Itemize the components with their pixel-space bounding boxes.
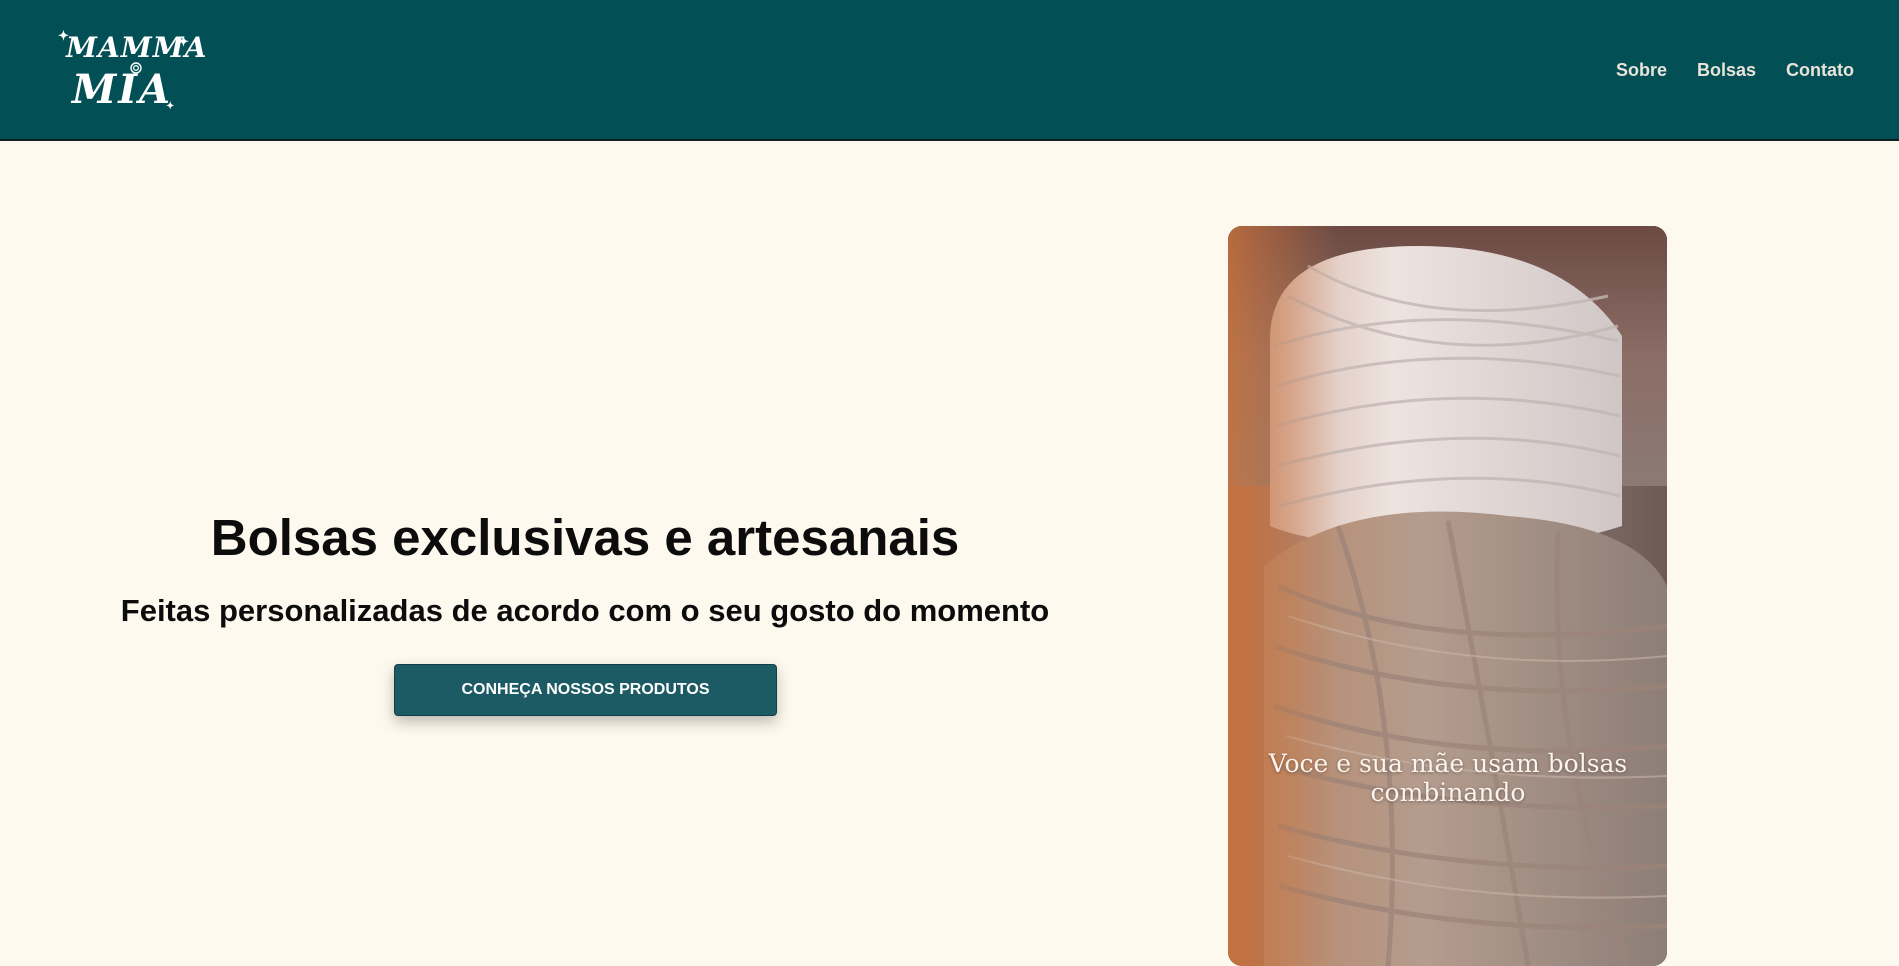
brand-logo[interactable]: ✦ MAMMA MIA ✦ ✦ — [58, 30, 206, 113]
nav-link-bolsas[interactable]: Bolsas — [1697, 58, 1756, 82]
hero-subtitle: Feitas personalizadas de acordo com o se… — [120, 593, 1050, 628]
sparkle-icon: ✦ — [166, 101, 175, 112]
hero-video[interactable] — [1228, 226, 1667, 966]
sparkle-icon: ✦ — [178, 35, 189, 50]
yarn-image — [1228, 226, 1667, 966]
hero-section: Bolsas exclusivas e artesanais Feitas pe… — [60, 500, 1110, 646]
shop-products-button[interactable]: CONHEÇA NOSSOS PRODUTOS — [394, 664, 777, 716]
video-caption: Voce e sua mãe usam bolsas combinando — [1268, 749, 1628, 807]
nav-link-sobre[interactable]: Sobre — [1616, 58, 1667, 82]
site-header: ✦ MAMMA MIA ✦ ✦ Sobre Bolsas Contato — [0, 0, 1899, 141]
main-nav: Sobre Bolsas Contato — [1616, 58, 1854, 82]
nav-link-contato[interactable]: Contato — [1786, 58, 1854, 82]
logo-line2: MIA — [72, 66, 173, 113]
hero-title: Bolsas exclusivas e artesanais — [210, 509, 960, 566]
